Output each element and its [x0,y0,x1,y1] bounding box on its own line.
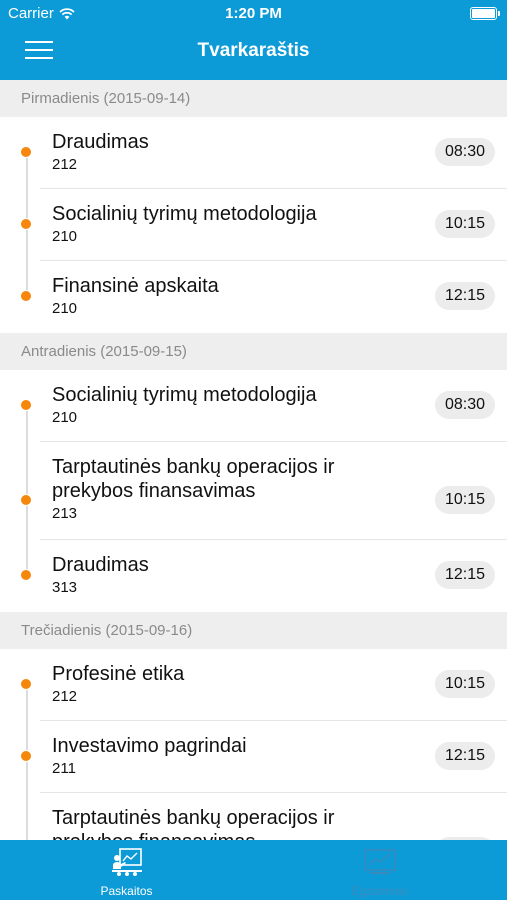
page-title: Tvarkaraštis [197,40,310,61]
time-badge: 12:15 [434,282,495,310]
day-header: Antradienis (2015-09-15) [0,333,507,370]
day-header: Trečiadienis (2015-09-16) [0,612,507,649]
lesson-row[interactable]: Profesinė etika 212 10:15 [20,649,507,721]
lecture-icon [112,848,142,876]
lesson-row[interactable]: Finansinė apskaita 210 12:15 [20,260,507,333]
timeline-line [26,441,28,539]
lesson-room: 213 [52,505,78,522]
timeline-dot [20,290,32,302]
timeline-dot [20,494,32,506]
lesson-title: Finansinė apskaita [52,275,219,297]
time-badge: 12:15 [434,561,495,589]
lesson-row[interactable]: Socialinių tyrimų metodologija 210 08:30 [20,370,507,442]
lesson-title: Socialinių tyrimų metodologija [52,384,317,406]
lesson-text: Tarptautinės bankų operacijos ir prekybo… [40,793,507,840]
lesson-row[interactable]: Draudimas 313 12:15 [20,539,507,612]
lesson-title: Draudimas [52,554,149,576]
lesson-room: 210 [52,228,78,245]
lesson-title: Socialinių tyrimų metodologija [52,203,317,225]
timeline-line [26,792,28,840]
tab-label: Egzaminai [351,884,408,898]
top-bar: Carrier 1:20 PM Tvarkaraštis [0,0,507,80]
day-header: Pirmadienis (2015-09-14) [0,80,507,117]
tab-label: Paskaitos [100,884,153,898]
day-lessons: Socialinių tyrimų metodologija 210 08:30 Ta… [0,370,507,612]
timeline-dot [20,678,32,690]
chart-icon [364,849,396,874]
lesson-room: 212 [52,688,78,705]
lesson-room: 210 [52,409,78,426]
day-lessons: Profesinė etika 212 10:15 Investavimo pagri… [0,649,507,840]
time-badge: 08:30 [434,391,495,419]
tab-paskaitos[interactable]: Paskaitos [0,840,253,900]
schedule-screen: Carrier 1:20 PM Tvarkaraštis Pirmadienis… [0,0,507,900]
timeline-dot [20,218,32,230]
timeline-dot [20,399,32,411]
lesson-row[interactable]: Investavimo pagrindai 211 12:15 [20,720,507,793]
status-bar: Carrier 1:20 PM [0,0,507,28]
time-badge: 08:30 [434,138,495,166]
time-badge: 10:15 [434,670,495,698]
lesson-text: Tarptautinės bankų operacijos ir prekybo… [40,442,507,523]
lesson-title: Tarptautinės bankų operacijos ir prekybo… [52,456,335,502]
lesson-title: Investavimo pagrindai [52,735,247,757]
tab-egzaminai[interactable]: Egzaminai [253,840,506,900]
lesson-title: Tarptautinės bankų operacijos ir prekybo… [52,807,335,840]
status-time: 1:20 PM [225,5,282,22]
lesson-room: 313 [52,579,78,596]
lesson-room: 212 [52,156,78,173]
lesson-room: 210 [52,300,78,317]
time-badge: 10:15 [434,486,495,514]
lesson-title: Draudimas [52,131,149,153]
battery-icon [470,7,500,20]
lesson-title: Profesinė etika [52,663,185,685]
timeline-dot [20,750,32,762]
timeline-dot [20,569,32,581]
day-lessons: Draudimas 212 08:30 Socialinių tyrimų metod… [0,117,507,333]
lesson-row[interactable]: Tarptautinės bankų operacijos ir prekybo… [20,441,507,540]
lesson-row[interactable]: Socialinių tyrimų metodologija 210 10:15 [20,188,507,261]
timeline-dot [20,146,32,158]
tab-bar: Paskaitos Egzaminai [0,840,507,900]
lesson-room: 211 [52,760,76,777]
time-badge: 12:15 [434,742,495,770]
schedule-list[interactable]: Pirmadienis (2015-09-14) Draudimas 212 08:3… [0,80,507,840]
lesson-row[interactable]: Draudimas 212 08:30 [20,117,507,189]
lesson-row[interactable]: Tarptautinės bankų operacijos ir prekybo… [26,792,507,840]
time-badge: 10:15 [434,210,495,238]
